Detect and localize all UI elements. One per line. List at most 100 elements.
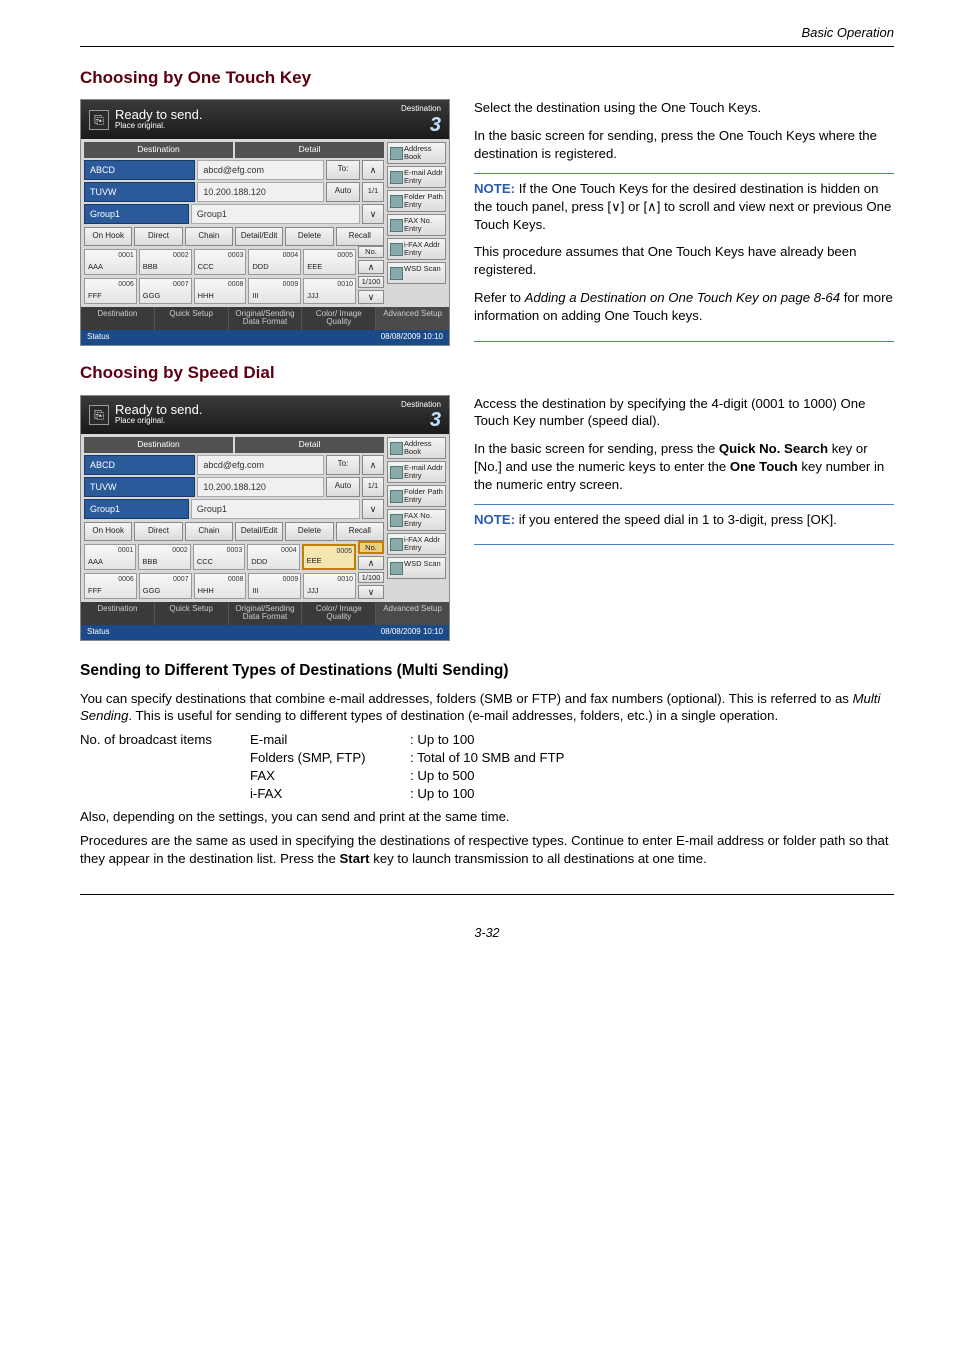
onetouch-key[interactable]: 0001AAA: [84, 249, 137, 275]
onetouch-scroll-up[interactable]: ∧: [358, 260, 384, 274]
dest-scroll-down[interactable]: ∨: [362, 204, 384, 224]
foot-tab-destination[interactable]: Destination: [81, 307, 155, 330]
onetouch-key[interactable]: 0006FFF: [84, 278, 137, 304]
dest-row-to-button[interactable]: To:: [326, 160, 360, 180]
foot-tab-quicksetup[interactable]: Quick Setup: [155, 307, 229, 330]
direct-button[interactable]: Direct: [134, 227, 182, 246]
tab-detail[interactable]: Detail: [235, 142, 384, 157]
onetouch-key[interactable]: 0005EEE: [303, 249, 356, 275]
foot-tab-quicksetup[interactable]: Quick Setup: [155, 602, 229, 625]
foot-tab-advanced[interactable]: Advanced Setup: [376, 602, 449, 625]
spec-val: : Total of 10 SMB and FTP: [410, 749, 894, 767]
delete-button[interactable]: Delete: [285, 227, 333, 246]
tab-destination[interactable]: Destination: [84, 142, 233, 157]
email-entry-button[interactable]: E-mail Addr Entry: [387, 166, 446, 188]
onetouch-key[interactable]: 0002BBB: [138, 544, 190, 570]
wsd-scan-button[interactable]: WSD Scan: [387, 262, 446, 284]
fax-entry-button[interactable]: FAX No. Entry: [387, 509, 446, 531]
onetouch-key[interactable]: 0001AAA: [84, 544, 136, 570]
foot-tab-color[interactable]: Color/ Image Quality: [302, 307, 376, 330]
spec-label: No. of broadcast items: [80, 731, 250, 749]
foot-tab-color[interactable]: Color/ Image Quality: [302, 602, 376, 625]
chain-button[interactable]: Chain: [185, 522, 233, 541]
dest-scroll-up[interactable]: ∧: [362, 455, 384, 475]
dest-row-detail: abcd@efg.com: [197, 160, 324, 180]
no-button[interactable]: No.: [358, 246, 384, 258]
onetouch-key[interactable]: 0004DDD: [247, 544, 299, 570]
dest-row-name[interactable]: TUVW: [84, 477, 195, 497]
dest-row-name[interactable]: ABCD: [84, 160, 195, 180]
onetouch-key[interactable]: 0006FFF: [84, 573, 137, 599]
chevron-down-icon: ∨: [611, 199, 621, 214]
onetouch-key[interactable]: 0007GGG: [139, 573, 192, 599]
chain-button[interactable]: Chain: [185, 227, 233, 246]
onetouch-key[interactable]: 0008HHH: [194, 573, 247, 599]
onetouch-key[interactable]: 0010JJJ: [303, 278, 356, 304]
dest-scroll-down[interactable]: ∨: [362, 499, 384, 519]
s1-p1: Select the destination using the One Tou…: [474, 99, 894, 117]
s3-p1: You can specify destinations that combin…: [80, 690, 894, 726]
dest-row-name[interactable]: TUVW: [84, 182, 195, 202]
panel-footer-tabs: Destination Quick Setup Original/Sending…: [81, 307, 449, 330]
panel-header: ⎘ Ready to send. Place original. Destina…: [81, 100, 449, 139]
fax-entry-button[interactable]: FAX No. Entry: [387, 214, 446, 236]
panel-place: Place original.: [115, 416, 202, 427]
folder-entry-button[interactable]: Folder Path Entry: [387, 190, 446, 212]
dest-row-auto-button[interactable]: Auto: [326, 477, 360, 497]
dest-page-ind: 1/1: [362, 477, 384, 497]
spec-val: : Up to 100: [410, 731, 894, 749]
address-book-button[interactable]: Address Book: [387, 437, 446, 459]
onetouch-key[interactable]: 0008HHH: [194, 278, 247, 304]
status-label[interactable]: Status: [87, 627, 110, 638]
onetouch-scroll-down[interactable]: ∨: [358, 290, 384, 304]
broadcast-spec: No. of broadcast items E-mail : Up to 10…: [80, 731, 894, 802]
foot-tab-advanced[interactable]: Advanced Setup: [376, 307, 449, 330]
s2-title: Choosing by Speed Dial: [80, 362, 894, 385]
ifax-entry-button[interactable]: i-FAX Addr Entry: [387, 238, 446, 260]
onetouch-key[interactable]: 0010JJJ: [303, 573, 356, 599]
ifax-entry-button[interactable]: i-FAX Addr Entry: [387, 533, 446, 555]
onetouch-key[interactable]: 0009III: [248, 573, 301, 599]
no-button-highlight[interactable]: No.: [358, 541, 384, 554]
direct-button[interactable]: Direct: [134, 522, 182, 541]
status-label[interactable]: Status: [87, 332, 110, 343]
tab-detail[interactable]: Detail: [235, 437, 384, 452]
dest-row-name[interactable]: Group1: [84, 204, 189, 224]
onetouch-key[interactable]: 0004DDD: [248, 249, 301, 275]
onetouch-key[interactable]: 0003CCC: [194, 249, 247, 275]
s3-p3: Procedures are the same as used in speci…: [80, 832, 894, 868]
panel-ready: Ready to send.: [115, 403, 202, 417]
address-book-button[interactable]: Address Book: [387, 142, 446, 164]
panel-ready: Ready to send.: [115, 108, 202, 122]
onetouch-scroll-down[interactable]: ∨: [358, 585, 384, 599]
onetouch-key[interactable]: 0002BBB: [139, 249, 192, 275]
status-datetime: 08/08/2009 10:10: [381, 332, 443, 343]
delete-button[interactable]: Delete: [285, 522, 333, 541]
dest-row-detail: 10.200.188.120: [197, 182, 324, 202]
tab-destination[interactable]: Destination: [84, 437, 233, 452]
foot-tab-destination[interactable]: Destination: [81, 602, 155, 625]
folder-entry-button[interactable]: Folder Path Entry: [387, 485, 446, 507]
recall-button[interactable]: Recall: [336, 227, 384, 246]
onetouch-scroll-up[interactable]: ∧: [358, 556, 384, 570]
detailedit-button[interactable]: Detail/Edit: [235, 522, 283, 541]
dest-row-name[interactable]: ABCD: [84, 455, 195, 475]
recall-button[interactable]: Recall: [336, 522, 384, 541]
onetouch-key-highlight[interactable]: 0005EEE: [302, 544, 356, 570]
dest-row-auto-button[interactable]: Auto: [326, 182, 360, 202]
wsd-scan-button[interactable]: WSD Scan: [387, 557, 446, 579]
onhook-button[interactable]: On Hook: [84, 227, 132, 246]
dest-scroll-up[interactable]: ∧: [362, 160, 384, 180]
foot-tab-origformat[interactable]: Original/Sending Data Format: [229, 307, 303, 330]
detailedit-button[interactable]: Detail/Edit: [235, 227, 283, 246]
onhook-button[interactable]: On Hook: [84, 522, 132, 541]
email-entry-button[interactable]: E-mail Addr Entry: [387, 461, 446, 483]
onetouch-key[interactable]: 0009III: [248, 278, 301, 304]
dest-row-name[interactable]: Group1: [84, 499, 189, 519]
onetouch-key[interactable]: 0003CCC: [193, 544, 245, 570]
onetouch-key[interactable]: 0007GGG: [139, 278, 192, 304]
s3-title: Sending to Different Types of Destinatio…: [80, 661, 894, 682]
foot-tab-origformat[interactable]: Original/Sending Data Format: [229, 602, 303, 625]
dest-row-to-button[interactable]: To:: [326, 455, 360, 475]
onetouch-page-ind: 1/100: [358, 572, 384, 583]
